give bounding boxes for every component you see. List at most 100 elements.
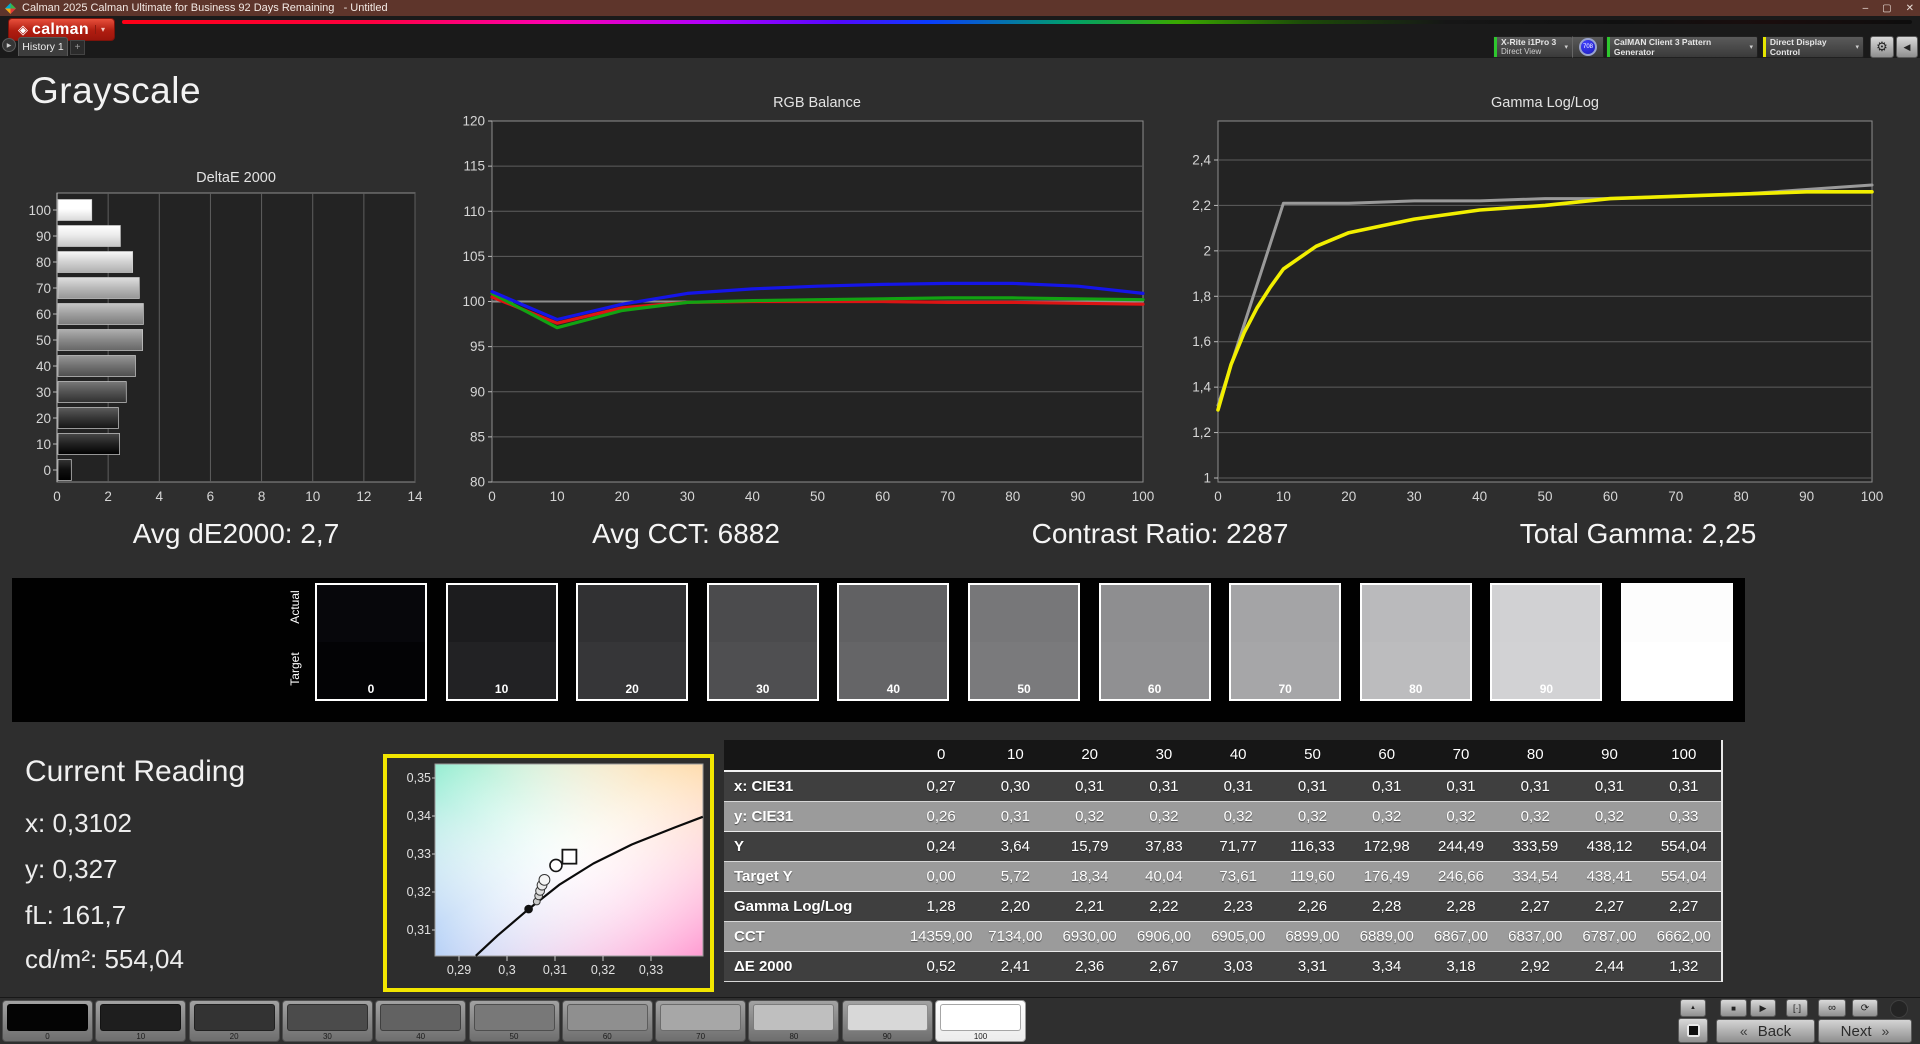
table-cell: 3,18: [1446, 958, 1476, 975]
pattern-level-label: 100: [973, 1032, 988, 1041]
svg-text:20: 20: [615, 489, 630, 504]
table-cell: 0,31: [1446, 778, 1476, 795]
pattern-level-button-100[interactable]: 100: [935, 1000, 1026, 1042]
svg-text:60: 60: [1603, 489, 1618, 504]
swatch-actual: [1100, 585, 1209, 642]
table-cell: 0,24: [926, 838, 956, 855]
pattern-level-button-10[interactable]: 10: [95, 1000, 187, 1042]
table-cell: 2,44: [1594, 958, 1625, 975]
avg-cct-stat: Avg CCT: 6882: [592, 518, 780, 549]
svg-text:DeltaE 2000: DeltaE 2000: [196, 170, 276, 186]
table-cell: 18,34: [1070, 868, 1109, 885]
next-button[interactable]: Next »: [1818, 1019, 1912, 1043]
loop-measure-button[interactable]: ⟳: [1852, 999, 1878, 1017]
table-cell: 554,04: [1660, 868, 1707, 885]
table-cell: 0,32: [1594, 808, 1625, 825]
pattern-level-button-40[interactable]: 40: [375, 1000, 467, 1042]
gamma-log-log-chart: Gamma Log/Log 2,4 2,2 2 1,8 1,6 1,4 1,2 10 10 20 30…: [1192, 95, 1883, 504]
reading-fl: fL: 161,7: [25, 900, 127, 930]
pattern-level-button-20[interactable]: 20: [188, 1000, 280, 1042]
measure-once-button[interactable]: ▶: [1750, 999, 1776, 1017]
meter-device-dropdown[interactable]: X-Rite i1Pro 3 Direct View ▾: [1493, 36, 1573, 58]
table-cell: 0,33: [1669, 808, 1699, 825]
table-cell: 554,04: [1660, 838, 1707, 855]
close-button[interactable]: ✕: [1906, 3, 1914, 14]
collapse-toolbar-button[interactable]: ◀: [1896, 36, 1918, 58]
svg-text:105: 105: [462, 249, 485, 264]
meter-model-badge: 708: [1579, 38, 1597, 56]
table-cell: 5,72: [1000, 868, 1030, 885]
display-control-name: Direct Display Control: [1769, 37, 1827, 57]
maximize-button[interactable]: ▢: [1882, 3, 1891, 14]
swatch-actual: [317, 585, 425, 642]
svg-text:0,3: 0,3: [498, 963, 515, 977]
svg-text:40: 40: [1472, 489, 1487, 504]
tab-history-1[interactable]: History 1: [18, 37, 68, 56]
continuous-measure-button[interactable]: ∞: [1818, 999, 1846, 1017]
pattern-level-button-0[interactable]: 0: [2, 1000, 93, 1042]
table-cell: 0,32: [1446, 808, 1476, 825]
svg-text:100: 100: [28, 203, 51, 218]
pattern-window-button[interactable]: [1678, 1018, 1708, 1043]
swatch-level-label: 40: [886, 682, 901, 696]
table-column-header: 30: [1155, 746, 1173, 763]
rgb-balance-line-chart: RGB Balance120115110105100959085800 10 20 3…: [462, 95, 1154, 504]
pattern-source-dropdown[interactable]: CalMAN Client 3 Pattern Generator ▾: [1606, 36, 1758, 58]
pattern-level-label: 90: [882, 1032, 892, 1041]
svg-text:0: 0: [43, 463, 51, 478]
back-label: Back: [1757, 1022, 1792, 1040]
settings-button[interactable]: ⚙: [1870, 36, 1894, 58]
loop-icon: ⟳: [1860, 1002, 1870, 1014]
pattern-level-label: 20: [229, 1032, 239, 1041]
table-cell: 2,27: [1669, 898, 1699, 915]
table-cell: 0,31: [1075, 778, 1105, 795]
pattern-level-button-90[interactable]: 90: [841, 1000, 933, 1042]
pattern-level-button-70[interactable]: 70: [655, 1000, 747, 1042]
expand-pattern-button[interactable]: ▲: [1680, 999, 1706, 1017]
history-panel-toggle[interactable]: ▶: [2, 38, 16, 52]
table-cell: 2,22: [1149, 898, 1179, 915]
table-cell: 0,31: [1000, 808, 1030, 825]
play-icon: ▶: [1759, 1002, 1767, 1013]
pattern-level-button-30[interactable]: 30: [281, 1000, 373, 1042]
table-cell: 2,28: [1446, 898, 1476, 915]
table-cell: 71,77: [1219, 838, 1257, 855]
swatch-actual: [1492, 585, 1601, 642]
minimize-button[interactable]: –: [1863, 3, 1869, 14]
svg-text:120: 120: [462, 114, 485, 129]
swatch-actual: [1623, 585, 1731, 642]
svg-text:50: 50: [1537, 489, 1552, 504]
svg-text:10: 10: [36, 437, 51, 452]
table-cell: 0,31: [1297, 778, 1328, 795]
table-cell: 6662,00: [1656, 928, 1711, 945]
add-tab-button[interactable]: +: [70, 40, 85, 55]
table-cell: 2,41: [1000, 958, 1030, 975]
svg-text:14: 14: [407, 489, 423, 504]
svg-text:1,2: 1,2: [1192, 425, 1211, 440]
svg-text:1: 1: [1203, 471, 1211, 486]
table-cell: 14359,00: [909, 928, 973, 945]
svg-text:90: 90: [1799, 489, 1814, 504]
app-icon: [5, 2, 16, 14]
table-row: x: CIE31 0,27 0,30 0,31 0,31 0,31 0,31 0,31 0,31…: [724, 772, 1721, 802]
back-button[interactable]: « Back: [1716, 1019, 1815, 1043]
pattern-level-swatch: [473, 1004, 555, 1031]
table-cell: 0,31: [1520, 778, 1550, 795]
pattern-level-button-60[interactable]: 60: [561, 1000, 653, 1042]
swatch-level-label: 0: [367, 682, 375, 696]
svg-text:85: 85: [470, 429, 485, 444]
chevron-down-icon: ▾: [94, 25, 105, 34]
plus-icon: +: [74, 42, 81, 53]
table-column-header: 10: [1007, 746, 1024, 763]
interval-measure-button[interactable]: [·]: [1786, 999, 1808, 1017]
display-control-dropdown[interactable]: Direct Display Control ▾: [1762, 36, 1864, 58]
table-cell: 119,60: [1290, 868, 1335, 885]
table-cell: 6837,00: [1508, 928, 1563, 945]
stop-measure-button[interactable]: ■: [1720, 999, 1747, 1017]
svg-text:90: 90: [470, 384, 485, 399]
tab-label: History 1: [22, 41, 64, 53]
pattern-level-button-80[interactable]: 80: [748, 1000, 840, 1042]
cie-chromaticity-chart: 0,35 0,34 0,33 0,32 0,31 0,29 0,3 0,31 0,32 0,33: [407, 763, 704, 977]
pattern-level-button-50[interactable]: 50: [468, 1000, 560, 1042]
svg-text:30: 30: [1407, 489, 1422, 504]
